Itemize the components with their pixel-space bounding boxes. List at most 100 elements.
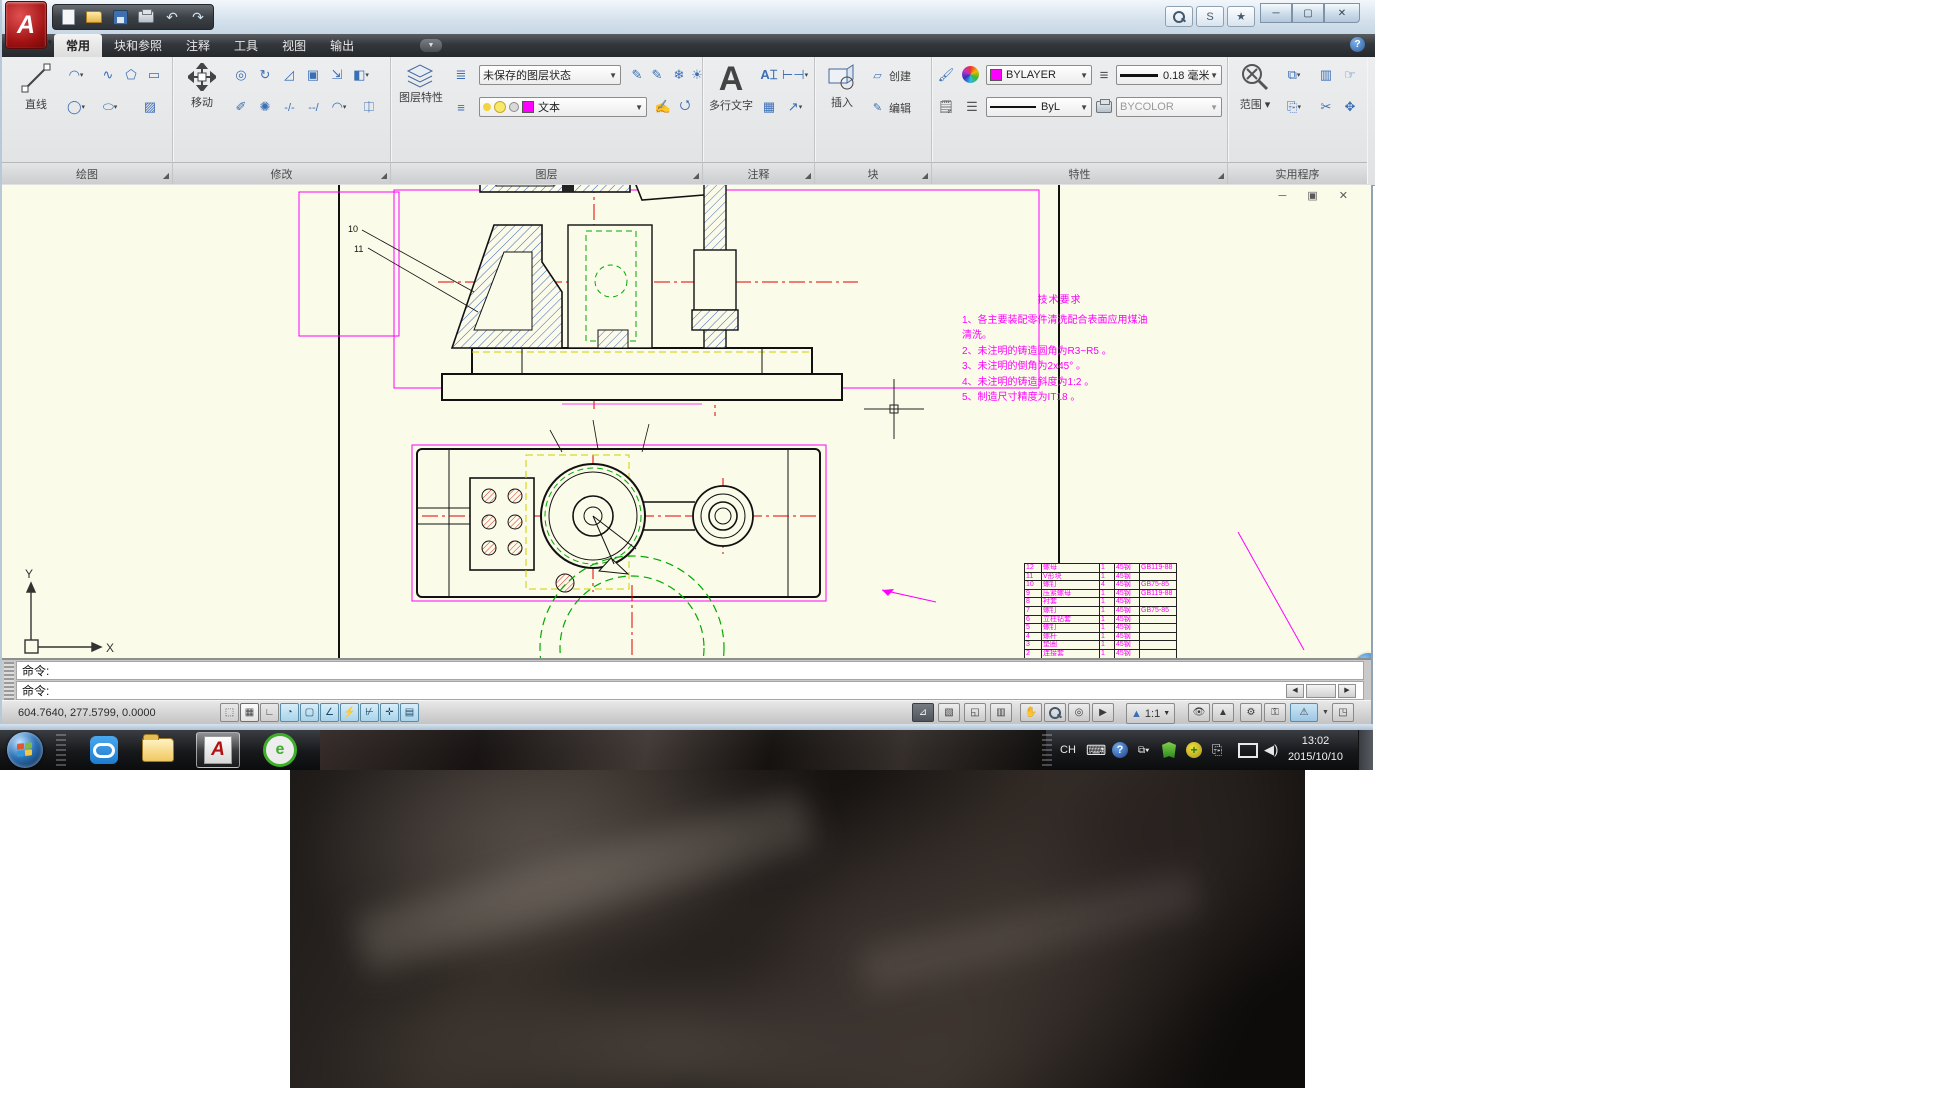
- taskbar-grip[interactable]: [56, 734, 66, 766]
- join-icon[interactable]: ⎅: [359, 97, 379, 117]
- break-at-point-icon[interactable]: --/: [305, 99, 322, 116]
- polyline-icon[interactable]: ∿: [98, 65, 118, 85]
- help-icon[interactable]: ?: [1350, 37, 1365, 52]
- snap-grid-toggle[interactable]: ▦: [240, 703, 259, 722]
- object-snap-toggle[interactable]: ▢: [300, 703, 319, 722]
- tab-home[interactable]: 常用: [54, 34, 102, 57]
- object-snap-tracking-toggle[interactable]: ⚡: [340, 703, 359, 722]
- panel-label-utilities[interactable]: 实用程序: [1228, 162, 1367, 184]
- explode-icon[interactable]: ✺: [255, 97, 275, 117]
- taskbar-item-browser[interactable]: e: [258, 732, 302, 768]
- taskbar-item-autocad[interactable]: A: [196, 732, 240, 768]
- quick-view-drawings-button[interactable]: ◱: [964, 703, 986, 722]
- undo-icon[interactable]: ↶: [163, 9, 181, 25]
- show-hidden-icons-caret[interactable]: ⧉▾: [1138, 739, 1149, 761]
- scroll-left-icon[interactable]: ◀: [1286, 684, 1304, 698]
- tab-annotate[interactable]: 注释: [174, 34, 222, 57]
- command-input-line[interactable]: 命令:: [16, 681, 1364, 700]
- match-properties-icon[interactable]: 🖌: [936, 65, 956, 85]
- tab-view[interactable]: 视图: [270, 34, 318, 57]
- single-text-icon[interactable]: A⌶: [759, 65, 779, 85]
- tab-tools[interactable]: 工具: [222, 34, 270, 57]
- panel-label-annotation[interactable]: 注释: [703, 162, 814, 184]
- panel-label-properties[interactable]: 特性: [932, 162, 1227, 184]
- layer-state-dropdown[interactable]: 未保存的图层状态▼: [479, 65, 621, 85]
- zoom-extents-button[interactable]: 范围 ▾: [1232, 61, 1278, 112]
- linetype-icon[interactable]: ☰: [962, 97, 982, 117]
- ribbon-minimize-caret-icon[interactable]: ▼: [420, 39, 442, 52]
- clipboard-tray-icon[interactable]: ⎘: [1212, 739, 1222, 761]
- application-menu-button[interactable]: A: [5, 1, 47, 49]
- clean-screen-icon[interactable]: ◳: [1332, 703, 1354, 722]
- security-shield-icon[interactable]: [1162, 739, 1176, 761]
- steering-wheel-icon[interactable]: ◎: [1068, 703, 1090, 722]
- panel-launcher-icon[interactable]: ◢: [922, 171, 928, 180]
- ellipse-icon[interactable]: ⬭▾: [100, 97, 120, 117]
- panel-launcher-icon[interactable]: ◢: [163, 171, 169, 180]
- scale-icon[interactable]: ▣: [303, 65, 323, 85]
- status-menu-caret-icon[interactable]: ▼: [1322, 709, 1329, 716]
- layer-properties-button[interactable]: 图层特性: [396, 63, 446, 104]
- command-grip[interactable]: [4, 662, 14, 700]
- select-cursor-icon[interactable]: ☞: [1340, 65, 1360, 85]
- panel-launcher-icon[interactable]: ◢: [1218, 171, 1224, 180]
- make-current-layer-icon[interactable]: ✍: [653, 97, 673, 117]
- panel-label-layers[interactable]: 图层: [391, 162, 702, 184]
- auto-annotation-icon[interactable]: ▲: [1212, 703, 1234, 722]
- panel-label-block[interactable]: 块: [815, 162, 931, 184]
- object-color-dropdown[interactable]: BYLAYER▼: [986, 65, 1092, 85]
- plot-style-icon[interactable]: [1094, 97, 1114, 117]
- pan-icon[interactable]: ✋: [1020, 703, 1042, 722]
- dynamic-ucs-toggle[interactable]: ⊬: [360, 703, 379, 722]
- layer-states-icon[interactable]: ≣: [451, 65, 471, 85]
- panel-launcher-icon[interactable]: ◢: [805, 171, 811, 180]
- command-scrollbar[interactable]: ◀ ▶: [1286, 684, 1356, 698]
- panel-label-draw[interactable]: 绘图: [2, 162, 172, 184]
- arc-icon[interactable]: ◠▾: [66, 65, 86, 85]
- edit-block-button[interactable]: ✎编辑: [869, 99, 911, 116]
- create-block-button[interactable]: ▱创建: [869, 67, 911, 84]
- fillet-icon[interactable]: ◠▾: [329, 97, 349, 117]
- quick-view-layouts-button[interactable]: ▧: [938, 703, 960, 722]
- layer-unisolate-icon[interactable]: ✎: [647, 65, 667, 85]
- line-button[interactable]: 直线: [10, 63, 62, 112]
- multileader-icon[interactable]: ↗▾: [785, 97, 805, 117]
- show-desktop-button[interactable]: [1358, 730, 1373, 770]
- save-icon[interactable]: [111, 9, 129, 25]
- workspace-gear-icon[interactable]: ⚙: [1240, 703, 1262, 722]
- search-icon[interactable]: [1165, 6, 1193, 27]
- favorites-star-icon[interactable]: ★: [1227, 6, 1255, 27]
- polar-tracking-toggle[interactable]: ◔: [280, 703, 299, 722]
- scroll-right-icon[interactable]: ▶: [1338, 684, 1356, 698]
- panel-launcher-icon[interactable]: ◢: [693, 171, 699, 180]
- mirror-icon[interactable]: ◧▾: [351, 65, 371, 85]
- tab-output[interactable]: 输出: [318, 34, 366, 57]
- circle-icon[interactable]: ◯▾: [66, 97, 86, 117]
- plot-icon[interactable]: [137, 9, 155, 25]
- plot-style-dropdown[interactable]: BYCOLOR▼: [1116, 97, 1222, 117]
- close-button[interactable]: ✕: [1324, 3, 1360, 23]
- previous-layer-icon[interactable]: ⭯: [675, 97, 695, 117]
- dynamic-input-toggle[interactable]: ✛: [380, 703, 399, 722]
- input-language-indicator[interactable]: CH: [1060, 739, 1076, 761]
- toolbar-lock-icon[interactable]: ⚿: [1264, 703, 1286, 722]
- zoom-icon[interactable]: [1044, 703, 1066, 722]
- trim-icon[interactable]: ◿: [279, 65, 299, 85]
- erase-icon[interactable]: ✐: [231, 97, 251, 117]
- tab-blocks-references[interactable]: 块和参照: [102, 34, 174, 57]
- antivirus-icon[interactable]: +: [1186, 739, 1202, 761]
- volume-icon[interactable]: ◀): [1264, 739, 1278, 761]
- move-button[interactable]: 移动: [179, 63, 225, 110]
- layer-dropdown[interactable]: 文本▼: [479, 97, 647, 117]
- mtext-button[interactable]: A 多行文字: [707, 61, 755, 112]
- properties-list-icon[interactable]: 🗒: [936, 97, 956, 117]
- network-icon[interactable]: [1238, 739, 1258, 761]
- break-icon[interactable]: -/-: [281, 99, 298, 116]
- hatch-icon[interactable]: ▨: [140, 97, 160, 117]
- table-icon[interactable]: ▦: [759, 97, 779, 117]
- lineweight-icon[interactable]: ≡: [1094, 65, 1114, 85]
- model-space-button[interactable]: ⊿: [912, 703, 934, 722]
- layer-match-icon[interactable]: ≡: [451, 97, 471, 117]
- taskbar-clock[interactable]: 13:02 2015/10/10: [1288, 733, 1343, 765]
- dimension-icon[interactable]: ⊢⊣▾: [785, 65, 805, 85]
